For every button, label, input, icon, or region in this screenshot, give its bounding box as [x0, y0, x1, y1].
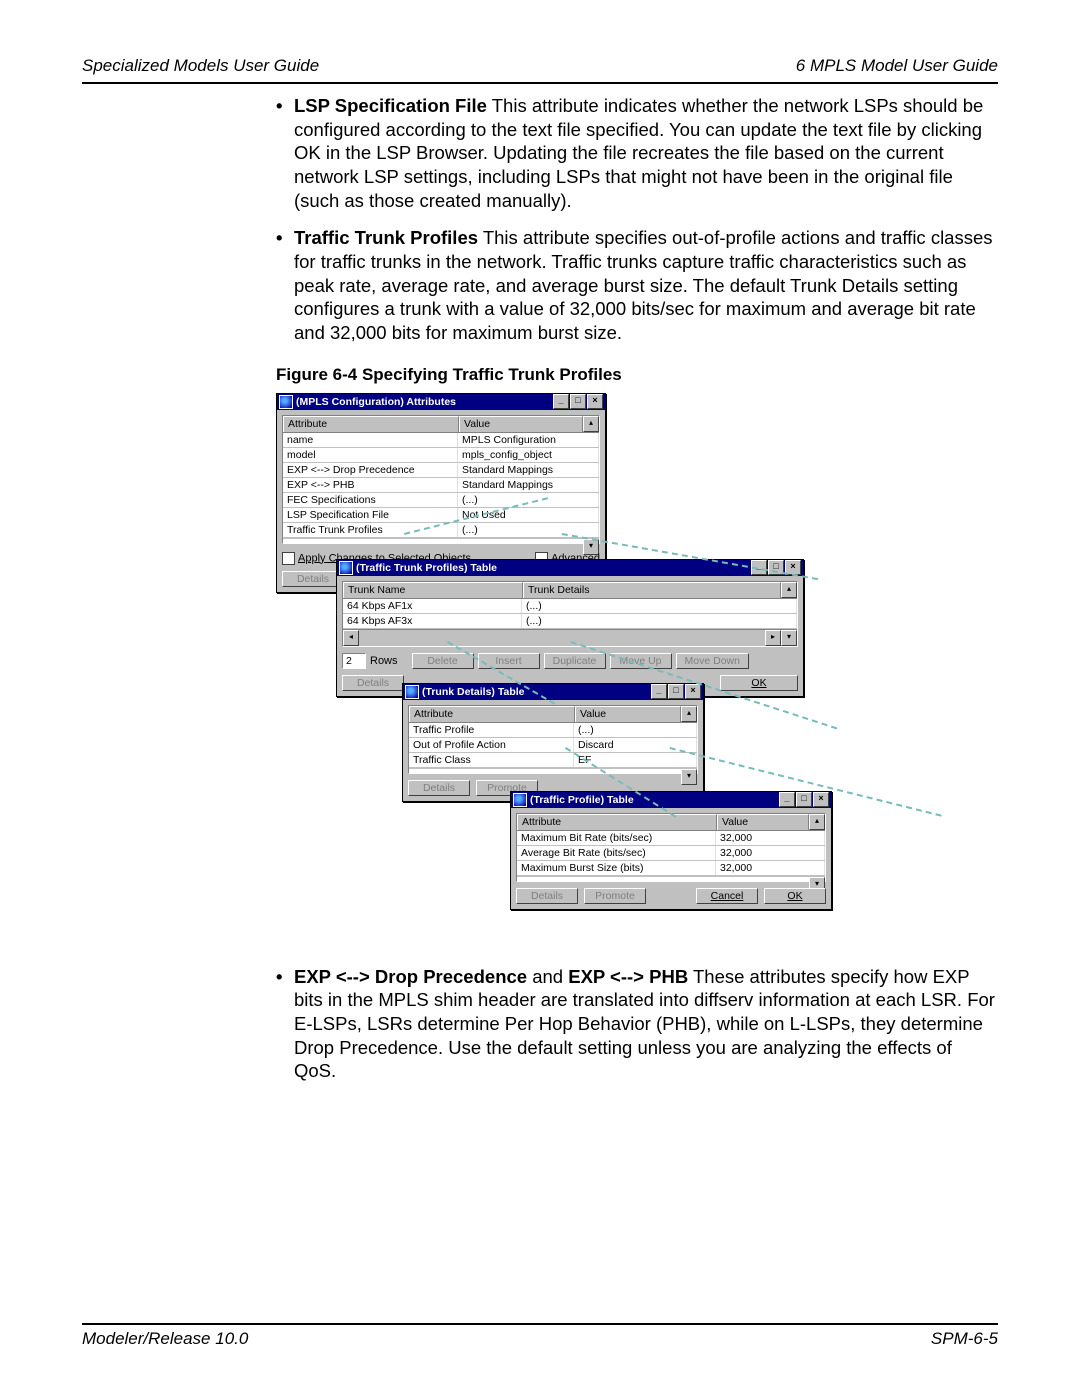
header-left: Specialized Models User Guide [82, 56, 319, 76]
bullet-mid: and [527, 966, 568, 987]
bullet-exp: • EXP <--> Drop Precedence and EXP <--> … [276, 965, 998, 1083]
bullet-title: LSP Specification File [294, 95, 487, 116]
attr-cell[interactable]: Maximum Burst Size (bits) [517, 861, 716, 875]
promote-button[interactable]: Promote [584, 888, 646, 904]
scroll-down-icon[interactable]: ▾ [781, 630, 797, 646]
footer-right: SPM-6-5 [931, 1329, 998, 1349]
maximize-icon[interactable]: □ [668, 684, 684, 699]
minimize-icon[interactable]: _ [553, 394, 569, 409]
scroll-up-icon[interactable]: ▴ [583, 416, 599, 432]
bullet-lsp-specfile: • LSP Specification File This attribute … [276, 94, 998, 212]
col-trunk-name: Trunk Name [343, 582, 523, 598]
attr-cell[interactable]: FEC Specifications [283, 493, 458, 507]
attr-cell[interactable]: LSP Specification File [283, 508, 458, 522]
trunk-name-cell[interactable]: 64 Kbps AF3x [343, 614, 522, 628]
bullet-traffic-trunk: • Traffic Trunk Profiles This attribute … [276, 226, 998, 344]
scroll-left-icon[interactable]: ◂ [343, 630, 359, 646]
rows-label: Rows [370, 655, 398, 667]
trunk-details-cell[interactable]: (...) [522, 599, 797, 613]
footer-rule [82, 1323, 998, 1325]
cancel-button[interactable]: Cancel [696, 888, 758, 904]
attr-cell[interactable]: model [283, 448, 458, 462]
val-cell[interactable]: 32,000 [716, 846, 825, 860]
val-cell[interactable]: (...) [574, 723, 697, 737]
details-button[interactable]: Details [282, 571, 344, 587]
scroll-right-icon[interactable]: ▸ [765, 630, 781, 646]
details-button[interactable]: Details [516, 888, 578, 904]
insert-button[interactable]: Insert [478, 653, 540, 669]
attr-cell[interactable]: Traffic Class [409, 753, 574, 767]
attr-cell[interactable]: EXP <--> Drop Precedence [283, 463, 458, 477]
ok-button[interactable]: OK [720, 675, 798, 691]
bullet-title-2: EXP <--> PHB [568, 966, 688, 987]
attr-cell[interactable]: Traffic Profile [409, 723, 574, 737]
trunk-details-cell[interactable]: (...) [522, 614, 797, 628]
maximize-icon[interactable]: □ [570, 394, 586, 409]
col-value: Value [459, 416, 583, 432]
val-cell[interactable]: 32,000 [716, 861, 825, 875]
scroll-up-icon[interactable]: ▴ [681, 706, 697, 722]
minimize-icon[interactable]: _ [651, 684, 667, 699]
app-icon [405, 685, 419, 699]
val-cell[interactable]: (...) [458, 523, 599, 537]
val-cell[interactable]: mpls_config_object [458, 448, 599, 462]
close-icon[interactable]: × [587, 394, 603, 409]
attr-cell[interactable]: Out of Profile Action [409, 738, 574, 752]
moveup-button[interactable]: Move Up [610, 653, 672, 669]
attr-cell[interactable]: Maximum Bit Rate (bits/sec) [517, 831, 716, 845]
figure-caption: Figure 6-4 Specifying Traffic Trunk Prof… [276, 365, 998, 385]
header-right: 6 MPLS Model User Guide [796, 56, 998, 76]
col-trunk-details: Trunk Details [523, 582, 781, 598]
header-rule [82, 82, 998, 84]
details-button[interactable]: Details [408, 780, 470, 796]
val-cell[interactable]: (...) [458, 493, 599, 507]
app-icon [513, 793, 527, 807]
col-attribute: Attribute [517, 814, 717, 830]
val-cell[interactable]: MPLS Configuration [458, 433, 599, 447]
attr-cell[interactable]: Traffic Trunk Profiles [283, 523, 458, 537]
attr-cell[interactable]: Average Bit Rate (bits/sec) [517, 846, 716, 860]
trunk-name-cell[interactable]: 64 Kbps AF1x [343, 599, 522, 613]
footer-left: Modeler/Release 10.0 [82, 1329, 248, 1349]
window-title: (MPLS Configuration) Attributes [296, 396, 552, 408]
bullet-title: Traffic Trunk Profiles [294, 227, 478, 248]
maximize-icon[interactable]: □ [796, 792, 812, 807]
minimize-icon[interactable]: _ [779, 792, 795, 807]
rows-input[interactable]: 2 [342, 653, 366, 669]
val-cell[interactable]: Standard Mappings [458, 463, 599, 477]
movedown-button[interactable]: Move Down [676, 653, 749, 669]
scroll-up-icon[interactable]: ▴ [781, 582, 797, 598]
window-trunk-profiles[interactable]: (Traffic Trunk Profiles) Table _ □ × Tru… [336, 559, 804, 697]
scroll-down-icon[interactable]: ▾ [681, 769, 697, 785]
duplicate-button[interactable]: Duplicate [544, 653, 606, 669]
delete-button[interactable]: Delete [412, 653, 474, 669]
col-attribute: Attribute [283, 416, 459, 432]
bullet-title-1: EXP <--> Drop Precedence [294, 966, 527, 987]
close-icon[interactable]: × [813, 792, 829, 807]
col-attribute: Attribute [409, 706, 575, 722]
col-value: Value [717, 814, 809, 830]
close-icon[interactable]: × [685, 684, 701, 699]
window-title: (Traffic Trunk Profiles) Table [356, 562, 750, 574]
col-value: Value [575, 706, 681, 722]
window-traffic-profile[interactable]: (Traffic Profile) Table _ □ × Attribute … [510, 791, 832, 910]
val-cell[interactable]: 32,000 [716, 831, 825, 845]
val-cell[interactable]: Standard Mappings [458, 478, 599, 492]
scroll-up-icon[interactable]: ▴ [809, 814, 825, 830]
app-icon [339, 561, 353, 575]
app-icon [279, 395, 293, 409]
ok-button[interactable]: OK [764, 888, 826, 904]
attr-cell[interactable]: name [283, 433, 458, 447]
details-button[interactable]: Details [342, 675, 404, 691]
window-trunk-details[interactable]: (Trunk Details) Table _ □ × Attribute Va… [402, 683, 704, 802]
attr-cell[interactable]: EXP <--> PHB [283, 478, 458, 492]
